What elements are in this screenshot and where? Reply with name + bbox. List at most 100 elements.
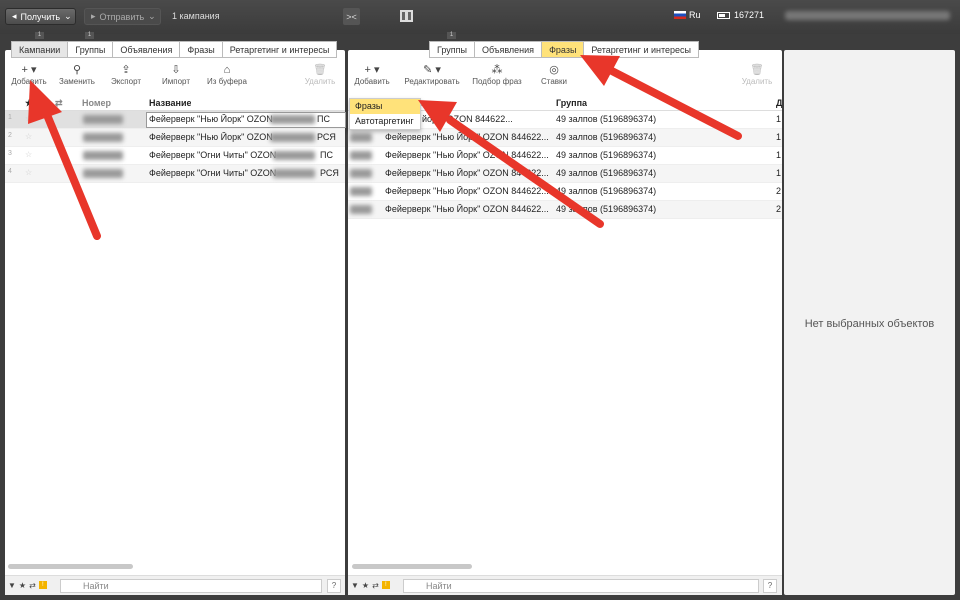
phrases-type-dropdown: Фразы Автотаргетинг xyxy=(349,98,421,130)
bids-label: Ставки xyxy=(540,77,568,86)
user-account-blurred[interactable] xyxy=(785,11,950,20)
tab-phrases[interactable]: Фразы xyxy=(541,41,584,58)
tab-groups[interactable]: Группы xyxy=(67,41,113,58)
row-value: 2 xyxy=(776,204,782,214)
campaign-name-blurred xyxy=(270,115,315,124)
export-button[interactable]: ⇪ Экспорт xyxy=(107,64,145,86)
balance[interactable]: 167271 xyxy=(717,10,764,20)
table-row[interactable]: 4 ☆ Фейерверк "Огни Читы" OZON РСЯ xyxy=(5,165,345,183)
strategy-filter-icon[interactable]: ⇄ xyxy=(29,581,36,590)
import-label: Импорт xyxy=(162,77,190,86)
tab-ads[interactable]: Объявления xyxy=(112,41,180,58)
number-column-header[interactable]: Номер xyxy=(82,98,111,108)
edit-button[interactable]: ✎ ▾ Редактировать xyxy=(402,64,462,86)
strategy-filter-icon[interactable]: ⇄ xyxy=(372,581,379,590)
send-button[interactable]: ▸ Отправить ⌄ xyxy=(84,8,161,25)
language-selector[interactable]: Ru xyxy=(674,10,701,20)
phrase-blurred xyxy=(350,133,372,142)
ad-name: Фейерверк "Нью Йорк" OZON 844622... xyxy=(385,186,549,196)
name-column-header[interactable]: Название xyxy=(149,98,191,108)
delete-label: Удалить xyxy=(304,77,336,86)
star-icon[interactable]: ☆ xyxy=(25,168,32,177)
import-button[interactable]: ⇩ Импорт xyxy=(156,64,196,86)
star-icon[interactable]: ☆ xyxy=(25,150,32,159)
phrase-pick-button[interactable]: ⁂ Подбор фраз xyxy=(472,64,522,86)
row-number: 2 xyxy=(8,132,12,139)
replace-label: Заменить xyxy=(59,77,95,86)
row-value: 1 xyxy=(776,150,782,160)
row-number: 4 xyxy=(8,168,12,175)
strategy-column-icon[interactable]: ⇄ xyxy=(55,98,63,109)
campaign-suffix: РСЯ xyxy=(320,168,339,178)
ad-name: йорк" OZON 844622... xyxy=(422,114,513,124)
row-number: 3 xyxy=(8,150,12,157)
collapse-icon: >< xyxy=(346,11,357,22)
search-input[interactable]: Найти xyxy=(403,579,759,593)
table-row[interactable]: Фейерверк "Нью Йорк" OZON 844622... 49 з… xyxy=(348,165,782,183)
table-row[interactable]: Фейерверк "Нью Йорк" OZON 844622... 49 з… xyxy=(348,147,782,165)
send-icon: ▸ xyxy=(91,11,96,21)
campaign-count: 1 кампания xyxy=(172,11,220,21)
name-column-header[interactable]: ия xyxy=(421,98,432,108)
delete-button[interactable]: 🗑 Удалить xyxy=(738,64,776,86)
network-icon: ⁂ xyxy=(491,64,503,76)
horizontal-scrollbar[interactable] xyxy=(8,564,133,569)
delete-button[interactable]: 🗑 Удалить xyxy=(301,64,339,86)
last-column-header[interactable]: Д xyxy=(776,98,782,108)
warning-filter-icon[interactable]: ! xyxy=(38,581,47,589)
row-value: 2 xyxy=(776,186,782,196)
tab-campaigns[interactable]: Кампании xyxy=(11,41,68,58)
campaigns-toolbar: + ▾ Добавить ⚲ Заменить ⇪ Экспорт ⇩ Импо… xyxy=(5,62,345,94)
filter-icon[interactable]: ▼ xyxy=(351,581,359,590)
phrases-panel: + ▾ Добавить ✎ ▾ Редактировать ⁂ Подбор … xyxy=(348,50,782,595)
dropdown-item-phrases[interactable]: Фразы xyxy=(350,99,420,114)
horizontal-scrollbar[interactable] xyxy=(352,564,472,569)
star-filter-icon[interactable]: ★ xyxy=(19,581,26,590)
import-icon: ⇩ xyxy=(171,64,181,76)
edit-label: Редактировать xyxy=(404,77,460,86)
language-label: Ru xyxy=(689,10,701,20)
row-number: 1 xyxy=(8,114,12,121)
campaign-number-blurred xyxy=(83,115,123,124)
search-input[interactable]: Найти xyxy=(60,579,322,593)
group-column-header[interactable]: Группа xyxy=(556,98,587,108)
from-buffer-button[interactable]: ⌂ Из буфера xyxy=(204,64,250,86)
row-value: 1 xyxy=(776,114,782,124)
tab-retargeting[interactable]: Ретаргетинг и интересы xyxy=(221,41,338,58)
filter-icon[interactable]: ▼ xyxy=(8,581,16,590)
help-button[interactable]: ? xyxy=(763,579,777,593)
ad-name: Фейерверк "Нью Йорк" OZON 844622... xyxy=(385,150,549,160)
table-row[interactable]: Фейерверк "Нью Йорк" OZON 844622... 49 з… xyxy=(348,129,782,147)
table-row[interactable]: 2 ☆ Фейерверк "Нью Йорк" OZON РСЯ xyxy=(5,129,345,147)
phrase-blurred xyxy=(350,187,372,196)
bids-icon: ◎ xyxy=(549,64,559,76)
add-button[interactable]: + ▾ Добавить xyxy=(352,64,392,86)
campaign-name-blurred xyxy=(273,151,315,160)
campaign-name-blurred xyxy=(273,169,315,178)
star-column-icon[interactable]: ★ xyxy=(25,98,33,109)
star-icon[interactable]: ☆ xyxy=(25,132,32,141)
help-button[interactable]: ? xyxy=(327,579,341,593)
dropdown-item-autotargeting[interactable]: Автотаргетинг xyxy=(350,114,420,129)
collapse-panels-button[interactable]: >< xyxy=(343,8,360,25)
star-icon[interactable]: ☆ xyxy=(25,114,32,123)
table-row[interactable]: Фейерверк "Нью Йорк" OZON 844622... 49 з… xyxy=(348,201,782,219)
get-button[interactable]: ◂ Получить ⌄ xyxy=(5,8,76,25)
table-row[interactable]: Фейерверк "Нью Йорк" OZON 844622... 49 з… xyxy=(348,183,782,201)
warning-filter-icon[interactable]: ! xyxy=(381,581,390,589)
tab-phrases[interactable]: Фразы xyxy=(179,41,222,58)
panel-layout-icon[interactable] xyxy=(400,10,413,22)
replace-button[interactable]: ⚲ Заменить xyxy=(57,64,97,86)
pencil-icon: ✎ ▾ xyxy=(423,64,441,76)
phrase-pick-label: Подбор фраз xyxy=(472,77,522,86)
table-row[interactable]: 1 ☆ Фейерверк "Нью Йорк" OZON ПС xyxy=(5,111,346,129)
tab-groups[interactable]: Группы xyxy=(429,41,474,58)
star-filter-icon[interactable]: ★ xyxy=(362,581,369,590)
bids-button[interactable]: ◎ Ставки xyxy=(536,64,572,86)
table-row[interactable]: 3 ☆ Фейерверк "Огни Читы" OZON ПС xyxy=(5,147,345,165)
add-button[interactable]: + ▾ Добавить xyxy=(9,64,49,86)
tab-ads[interactable]: Объявления xyxy=(474,41,542,58)
clipboard-icon: ⌂ xyxy=(223,64,231,76)
filter-icons: ▼ ★ ⇄ ! xyxy=(8,581,47,590)
tab-retargeting[interactable]: Ретаргетинг и интересы xyxy=(583,41,699,58)
